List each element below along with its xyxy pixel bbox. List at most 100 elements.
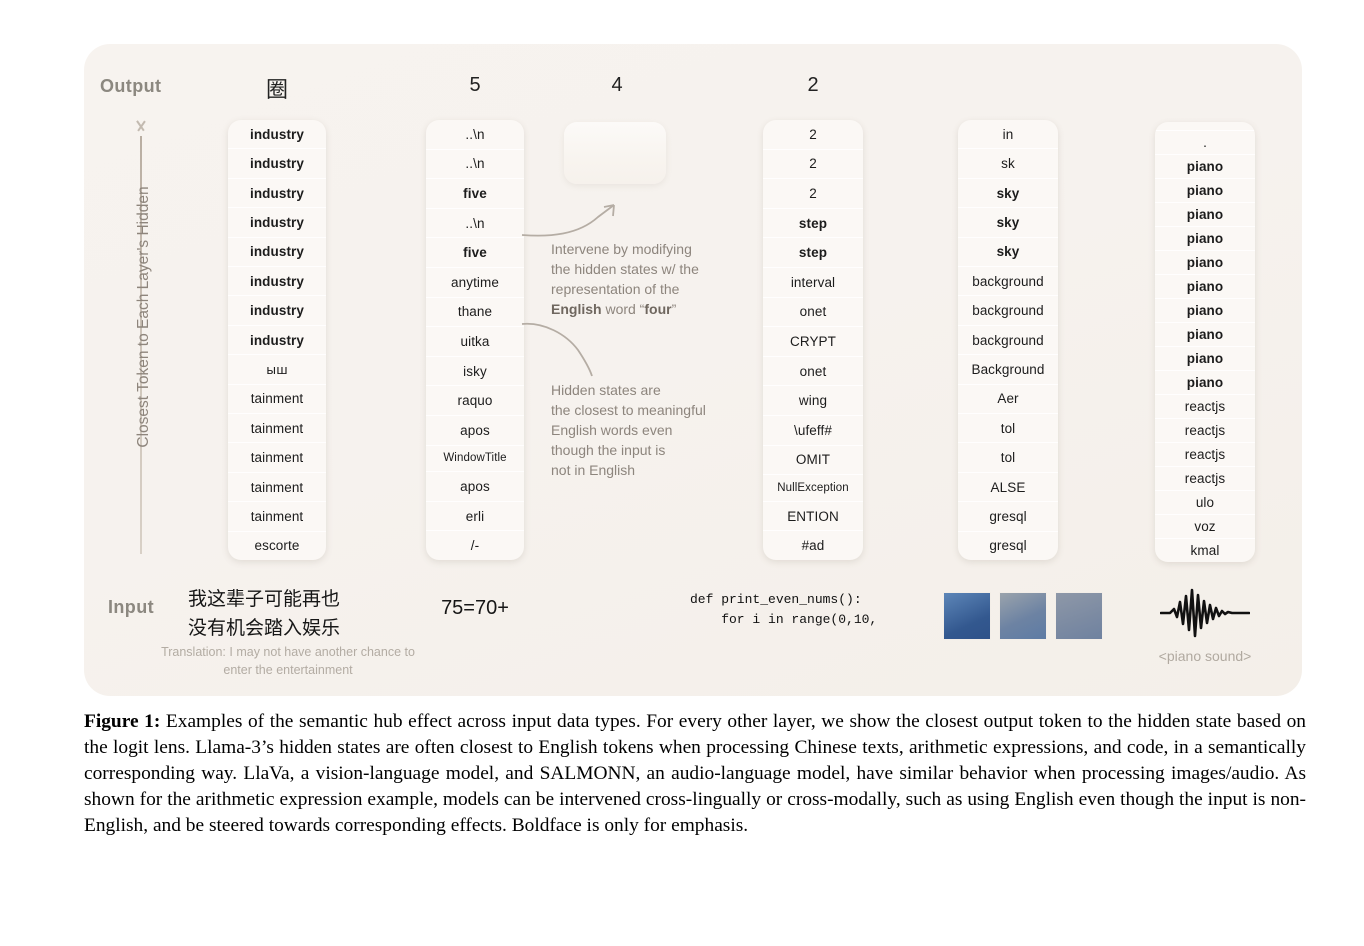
token-column-code: 2 2 2 step step interval onet CRYPT onet… xyxy=(763,120,863,560)
token-cell: escorte xyxy=(254,538,300,554)
token-cell xyxy=(1155,122,1255,131)
annotation-hidden-line1: Hidden states are xyxy=(551,382,661,398)
token-cell: gresql xyxy=(989,538,1027,554)
token-cell: sky xyxy=(958,208,1058,238)
sky-image-thumbnail-3 xyxy=(1055,592,1103,640)
annotation-intervene-line4: English word “four” xyxy=(551,300,751,320)
token-cell: reactjs xyxy=(1155,443,1255,467)
token-cell: thane xyxy=(426,298,524,328)
token-cell: . xyxy=(1155,131,1255,155)
token-column-image: in sk sky sky sky background background … xyxy=(958,120,1058,560)
output-header-arithmetic: 5 xyxy=(469,74,481,96)
input-audio-caption: <piano sound> xyxy=(1158,648,1252,664)
token-cell: tol xyxy=(958,414,1058,444)
token-cell: reactjs xyxy=(1155,467,1255,491)
token-cell: isky xyxy=(426,357,524,387)
token-cell: uitka xyxy=(426,327,524,357)
token-cell: anytime xyxy=(426,268,524,298)
token-cell: wing xyxy=(763,386,863,416)
token-cell: step xyxy=(763,238,863,268)
token-cell: piano xyxy=(1155,299,1255,323)
token-cell: /- xyxy=(470,538,480,554)
token-cell: tainment xyxy=(228,473,326,503)
figure-caption-body: Examples of the semantic hub effect acro… xyxy=(84,711,1307,837)
annotation-intervene-line3: representation of the xyxy=(551,280,680,297)
output-row-label: Output xyxy=(100,76,162,96)
token-cell: gresql xyxy=(958,502,1058,532)
hidden-states-curve-icon xyxy=(521,322,593,377)
token-cell: step xyxy=(763,209,863,239)
output-header-chinese: 圈 xyxy=(265,78,288,103)
token-cell: industry xyxy=(228,267,326,297)
token-cell: NullException xyxy=(763,475,863,502)
token-cell: piano xyxy=(1155,371,1255,395)
token-cell: tainment xyxy=(228,385,326,415)
token-cell: 2 xyxy=(763,150,863,180)
annotation-intervene-line2: the hidden states w/ the xyxy=(551,260,699,277)
token-cell: Background xyxy=(958,355,1058,385)
token-cell: onet xyxy=(763,298,863,328)
token-cell: voz xyxy=(1155,515,1255,539)
token-cell: 2 xyxy=(763,179,863,209)
token-cell: industry xyxy=(228,238,326,268)
token-cell: \ufeff# xyxy=(763,416,863,446)
intervene-arrow-icon xyxy=(521,204,615,237)
token-cell: 2 xyxy=(763,120,863,150)
annotation-hidden-line3: English words even xyxy=(551,421,673,438)
token-cell: OMIT xyxy=(763,446,863,476)
output-header-code: 2 xyxy=(807,74,819,96)
token-cell: industry xyxy=(228,149,326,179)
annotation-intervene: Intervene by modifying the hidden states… xyxy=(551,240,751,320)
token-column-arithmetic: ..\n ..\n five ..\n five anytime thane u… xyxy=(426,120,524,560)
token-cell: sky xyxy=(958,238,1058,268)
token-cell: in xyxy=(958,120,1058,150)
token-cell: erli xyxy=(426,502,524,532)
token-cell: ulo xyxy=(1155,491,1255,515)
token-cell: interval xyxy=(763,268,863,298)
token-cell: five xyxy=(426,179,524,209)
token-cell: piano xyxy=(1155,251,1255,275)
token-cell: kmal xyxy=(1190,543,1220,558)
token-cell: piano xyxy=(1155,227,1255,251)
annotation-intervene-mid: word “ xyxy=(601,300,645,317)
token-cell: sky xyxy=(958,179,1058,209)
sky-image-thumbnail-2 xyxy=(999,592,1047,640)
token-cell: piano xyxy=(1155,155,1255,179)
token-cell: industry xyxy=(228,179,326,209)
token-cell: sk xyxy=(958,149,1058,179)
token-cell: piano xyxy=(1155,275,1255,299)
token-cell: WindowTitle xyxy=(426,446,524,473)
input-chinese-text: 我这辈子可能再也 没有机会踏入娱乐 xyxy=(188,588,341,639)
token-column-chinese: industry industry industry industry indu… xyxy=(228,120,326,560)
input-code-snippet: def print_even_nums(): for i in range(0,… xyxy=(690,592,878,627)
token-cell: ALSE xyxy=(958,473,1058,503)
input-arithmetic-expression: 75=70+ xyxy=(441,597,509,619)
token-cell: tol xyxy=(958,443,1058,473)
up-arrow-icon xyxy=(133,120,149,136)
input-image-strip xyxy=(943,592,1103,640)
token-cell: CRYPT xyxy=(763,327,863,357)
figure-caption-label: Figure 1: xyxy=(84,711,161,732)
intervention-ghost-box xyxy=(564,122,666,184)
annotation-hidden-states: Hidden states are the closest to meaning… xyxy=(551,381,761,480)
annotation-hidden-line5: not in English xyxy=(551,461,636,478)
token-cell: Aer xyxy=(958,385,1058,415)
input-chinese-translation: Translation: I may not have another chan… xyxy=(161,645,415,678)
token-column-audio: . piano piano piano piano piano piano pi… xyxy=(1155,122,1255,562)
figure-page: Output 圈 5 4 2 Closest Token to Each Lay… xyxy=(0,0,1364,946)
annotation-hidden-line4: though the input is xyxy=(551,441,666,458)
token-cell: tainment xyxy=(228,414,326,444)
token-cell: ..\n xyxy=(426,209,524,239)
sky-image-thumbnail-1 xyxy=(943,592,991,640)
token-cell: piano xyxy=(1155,323,1255,347)
output-header-intervened: 4 xyxy=(611,74,623,96)
token-cell: ..\n xyxy=(426,120,524,150)
token-cell: reactjs xyxy=(1155,395,1255,419)
token-cell: ..\n xyxy=(426,150,524,180)
input-row-label: Input xyxy=(108,597,154,617)
token-cell: background xyxy=(958,267,1058,297)
token-cell: five xyxy=(426,238,524,268)
token-cell: piano xyxy=(1155,179,1255,203)
token-cell: industry xyxy=(228,208,326,238)
annotation-intervene-post: ” xyxy=(671,300,677,317)
